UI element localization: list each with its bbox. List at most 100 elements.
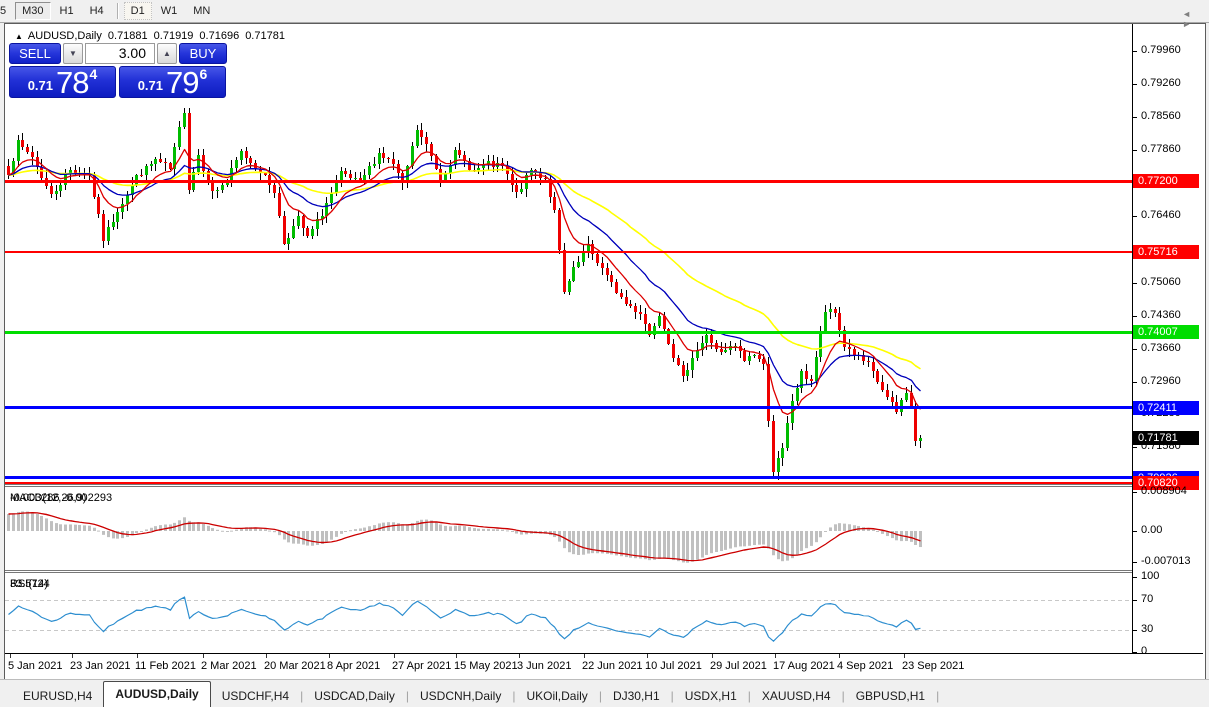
- macd-axis-label: 0.008904: [1141, 485, 1187, 497]
- timeframe-toolbar: 5 M30 H1 H4 D1 W1 MN: [0, 0, 1209, 23]
- axis-tick-mark: [1133, 652, 1137, 653]
- volume-input[interactable]: 3.00: [85, 43, 155, 64]
- symbol-period-label: AUDUSD,Daily: [27, 30, 102, 42]
- date-tick-mark: [266, 654, 267, 658]
- collapse-arrow-icon[interactable]: ▲: [15, 32, 23, 41]
- timeframe-h1-button[interactable]: H1: [53, 2, 81, 20]
- toolbar-separator: [116, 3, 118, 19]
- price-axis-label: 0.77860: [1141, 143, 1181, 155]
- chart-window: ▲ AUDUSD,Daily 0.71881 0.71919 0.71696 0.7178…: [4, 23, 1206, 680]
- chart-tab-usdchf-h4[interactable]: USDCHF,H4: [211, 686, 300, 707]
- axis-tick-mark: [1133, 84, 1137, 85]
- rsi-panel-canvas[interactable]: [5, 573, 1132, 653]
- chart-tab-audusd-daily[interactable]: AUDUSD,Daily: [103, 681, 211, 707]
- timeframe-w1-button[interactable]: W1: [154, 2, 185, 20]
- date-tick-mark: [456, 654, 457, 658]
- macd-axis-label: -0.007013: [1141, 555, 1191, 567]
- date-tick-mark: [839, 654, 840, 658]
- date-axis-label: 27 Apr 2021: [392, 660, 452, 672]
- chart-tab-xauusd-h4[interactable]: XAUUSD,H4: [751, 686, 842, 707]
- date-axis-label: 15 May 2021: [454, 660, 518, 672]
- chart-tab-usdcad-daily[interactable]: USDCAD,Daily: [303, 686, 406, 707]
- date-tick-mark: [394, 654, 395, 658]
- axis-tick-mark: [1133, 283, 1137, 284]
- level-price-tag[interactable]: 0.72411: [1133, 401, 1199, 415]
- date-tick-mark: [10, 654, 11, 658]
- timeframe-h4-button[interactable]: H4: [83, 2, 111, 20]
- chart-title: ▲ AUDUSD,Daily 0.71881 0.71919 0.71696 0.7178…: [15, 30, 285, 42]
- price-axis-label: 0.78560: [1141, 110, 1181, 122]
- axis-tick-mark: [1133, 51, 1137, 52]
- chart-tab-usdx-h1[interactable]: USDX,H1: [674, 686, 748, 707]
- sell-price-prefix: 0.71: [27, 78, 54, 93]
- date-tick-mark: [775, 654, 776, 658]
- chart-tab-gbpusd-h1[interactable]: GBPUSD,H1: [845, 686, 936, 707]
- level-price-tag[interactable]: 0.75716: [1133, 245, 1199, 259]
- macd-axis-label: 0.00: [1141, 524, 1163, 536]
- chart-tab-eurusd-h4[interactable]: EURUSD,H4: [12, 686, 103, 707]
- tab-scroll-right-icon[interactable]: ►: [1182, 19, 1201, 29]
- tab-separator: |: [936, 689, 940, 703]
- date-axis-label: 2 Mar 2021: [201, 660, 257, 672]
- sell-price-big: 78: [56, 65, 89, 100]
- axis-tick-mark: [1133, 630, 1137, 631]
- date-axis: 5 Jan 2021 23 Jan 2021 11 Feb 2021 2 Mar 20…: [5, 654, 1203, 677]
- timeframe-m5-button[interactable]: 5: [0, 2, 13, 20]
- sell-button[interactable]: SELL: [9, 43, 61, 64]
- price-axis-label: 0.72960: [1141, 375, 1181, 387]
- axis-tick-mark: [1133, 531, 1137, 532]
- price-axis-label: 0.74360: [1141, 309, 1181, 321]
- date-tick-mark: [712, 654, 713, 658]
- timeframe-mn-button[interactable]: MN: [186, 2, 217, 20]
- sell-price-display[interactable]: 0.71 78 4: [9, 66, 116, 98]
- axis-tick-mark: [1133, 492, 1137, 493]
- date-tick-mark: [519, 654, 520, 658]
- volume-decrease-button[interactable]: ▼: [63, 43, 83, 64]
- date-tick-mark: [72, 654, 73, 658]
- sell-price-pip: 4: [89, 66, 98, 82]
- price-axis-label: 0.79260: [1141, 77, 1181, 89]
- date-axis-label: 29 Jul 2021: [710, 660, 767, 672]
- date-axis-label: 5 Jan 2021: [8, 660, 63, 672]
- price-axis-label: 0.79960: [1141, 44, 1181, 56]
- buy-price-big: 79: [166, 65, 199, 100]
- volume-increase-button[interactable]: ▲: [157, 43, 177, 64]
- tab-scroll-left-icon[interactable]: ◄: [1182, 9, 1201, 19]
- close-value: 0.71781: [245, 30, 285, 42]
- axis-tick-mark: [1133, 577, 1137, 578]
- axis-tick-mark: [1133, 600, 1137, 601]
- date-tick-mark: [584, 654, 585, 658]
- price-axis-label: 0.73660: [1141, 342, 1181, 354]
- date-axis-label: 22 Jun 2021: [582, 660, 643, 672]
- chart-tab-usdcnh-daily[interactable]: USDCNH,Daily: [409, 686, 512, 707]
- high-value: 0.71919: [153, 30, 194, 42]
- date-axis-label: 3 Jun 2021: [517, 660, 572, 672]
- date-axis-label: 10 Jul 2021: [645, 660, 702, 672]
- date-tick-mark: [904, 654, 905, 658]
- one-click-trading-panel: SELL ▼ 3.00 ▲ BUY 0.71 78 4 0.71 79 6: [9, 43, 227, 98]
- buy-price-prefix: 0.71: [137, 78, 164, 93]
- rsi-axis-label: 70: [1141, 593, 1154, 605]
- date-axis-label: 23 Jan 2021: [70, 660, 131, 672]
- chart-tab-dj30-h1[interactable]: DJ30,H1: [602, 686, 671, 707]
- buy-price-pip: 6: [199, 66, 208, 82]
- buy-button[interactable]: BUY: [179, 43, 227, 64]
- open-value: 0.71881: [107, 30, 148, 42]
- date-axis-label: 8 Apr 2021: [327, 660, 381, 672]
- axis-tick-mark: [1133, 382, 1137, 383]
- axis-tick-mark: [1133, 150, 1137, 151]
- date-axis-label: 23 Sep 2021: [902, 660, 965, 672]
- price-axis-label: 0.76460: [1141, 209, 1181, 221]
- buy-price-display[interactable]: 0.71 79 6: [119, 66, 226, 98]
- axis-tick-mark: [1133, 117, 1137, 118]
- level-price-tag[interactable]: 0.77200: [1133, 174, 1199, 188]
- macd-panel-canvas[interactable]: [5, 487, 1132, 570]
- timeframe-d1-button[interactable]: D1: [123, 2, 152, 20]
- price-axis: 0.79960 0.79260 0.78560 0.77860 0.76460 0.750…: [1133, 24, 1203, 657]
- date-axis-label: 4 Sep 2021: [837, 660, 894, 672]
- level-price-tag[interactable]: 0.74007: [1133, 325, 1199, 339]
- timeframe-m30-button[interactable]: M30: [15, 2, 51, 20]
- date-axis-label: 20 Mar 2021: [264, 660, 326, 672]
- date-tick-mark: [137, 654, 138, 658]
- chart-tab-ukoil-daily[interactable]: UKOil,Daily: [515, 686, 598, 707]
